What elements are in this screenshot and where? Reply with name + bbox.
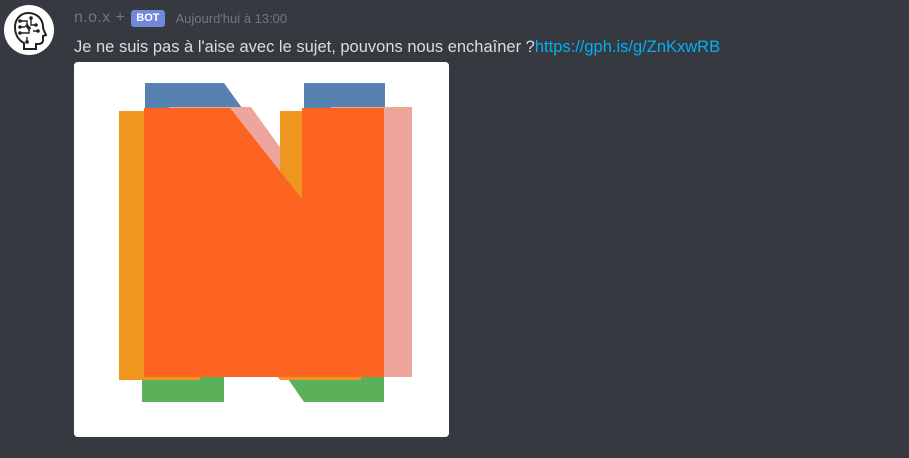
bot-avatar[interactable] xyxy=(4,5,54,55)
message-header: n.o.x + BOT Aujourd'hui à 13:00 xyxy=(74,6,287,30)
letter-n-layered-icon xyxy=(74,62,449,437)
chat-message: n.o.x + BOT Aujourd'hui à 13:00 Je ne su… xyxy=(0,0,909,458)
message-link[interactable]: https://gph.is/g/ZnKxwRB xyxy=(535,38,720,56)
gif-embed[interactable] xyxy=(74,62,449,437)
robot-head-circuit-icon xyxy=(5,6,53,54)
message-timestamp: Aujourd'hui à 13:00 xyxy=(175,10,288,26)
message-content: Je ne suis pas à l'aise avec le sujet, p… xyxy=(74,36,720,58)
message-text: Je ne suis pas à l'aise avec le sujet, p… xyxy=(74,38,535,56)
bot-badge: BOT xyxy=(131,9,165,27)
author-name[interactable]: n.o.x + xyxy=(74,9,125,27)
